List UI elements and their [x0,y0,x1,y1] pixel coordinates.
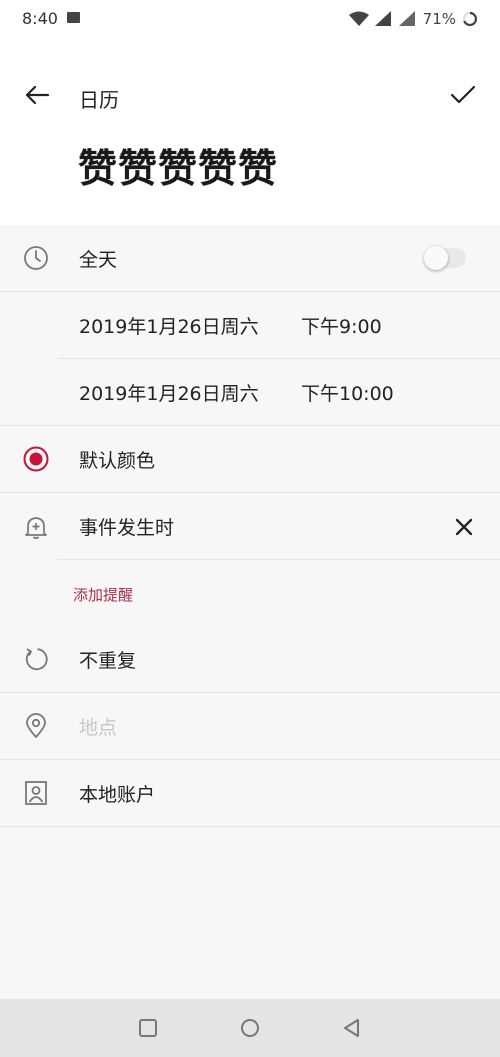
repeat-label: 不重复 [79,649,137,672]
bell-plus-icon [22,513,50,541]
battery-ring-icon [462,11,478,27]
start-time-row: 2019年1月26日周六 下午9:00 [0,292,500,359]
recents-button[interactable] [137,1017,159,1039]
remove-reminder-button[interactable] [452,515,476,539]
start-time[interactable]: 下午9:00 [301,312,382,339]
system-nav-bar [0,999,500,1057]
all-day-label: 全天 [79,248,118,271]
person-card-icon [22,779,50,807]
close-icon [455,518,473,535]
toggle-knob [424,246,448,270]
start-date[interactable]: 2019年1月26日周六 [79,312,259,339]
header: 日历 赞赞赞赞赞 [0,40,500,225]
square-icon [139,1019,157,1037]
event-form: 全天 2019年1月26日周六 下午9:00 2019年1月26日周六 下午10… [0,225,500,827]
back-nav-button[interactable] [341,1017,363,1039]
signal-secondary-icon [398,11,415,26]
location-input[interactable]: 地点 [79,713,117,740]
repeat-icon [22,645,50,673]
location-row[interactable]: 地点 [0,693,500,760]
color-label: 默认颜色 [79,449,156,472]
reminder-label: 事件发生时 [79,517,175,539]
reminder-row[interactable]: 事件发生时 [0,493,500,560]
arrow-left-icon [25,85,50,105]
wifi-icon [348,11,369,26]
page-title: 日历 [79,88,119,112]
back-button[interactable] [22,80,52,110]
home-button[interactable] [239,1017,261,1039]
all-day-row[interactable]: 全天 [0,225,500,292]
end-time-row: 2019年1月26日周六 下午10:00 [0,359,500,426]
clock-icon [22,244,50,272]
image-notification-icon [67,12,80,23]
add-reminder-link[interactable]: 添加提醒 [73,584,133,605]
status-indicators: 71% [348,8,478,30]
location-pin-icon [22,712,50,740]
status-bar: 8:40 71% [0,0,500,40]
event-title-input[interactable]: 赞赞赞赞赞 [78,138,278,194]
check-icon [450,85,476,104]
color-row[interactable]: 默认颜色 [0,426,500,493]
confirm-button[interactable] [448,80,478,110]
triangle-back-icon [344,1019,359,1037]
status-time: 8:40 [22,9,58,28]
circle-icon [241,1019,259,1037]
all-day-toggle[interactable] [424,246,466,270]
end-date[interactable]: 2019年1月26日周六 [79,379,259,406]
radio-dot-icon [22,445,50,473]
account-label: 本地账户 [79,783,156,806]
end-time[interactable]: 下午10:00 [301,379,394,406]
repeat-row[interactable]: 不重复 [0,626,500,693]
signal-icon [374,11,391,26]
add-reminder-row: 添加提醒 [0,560,500,626]
account-row[interactable]: 本地账户 [0,760,500,827]
battery-level: 71% [422,10,456,28]
